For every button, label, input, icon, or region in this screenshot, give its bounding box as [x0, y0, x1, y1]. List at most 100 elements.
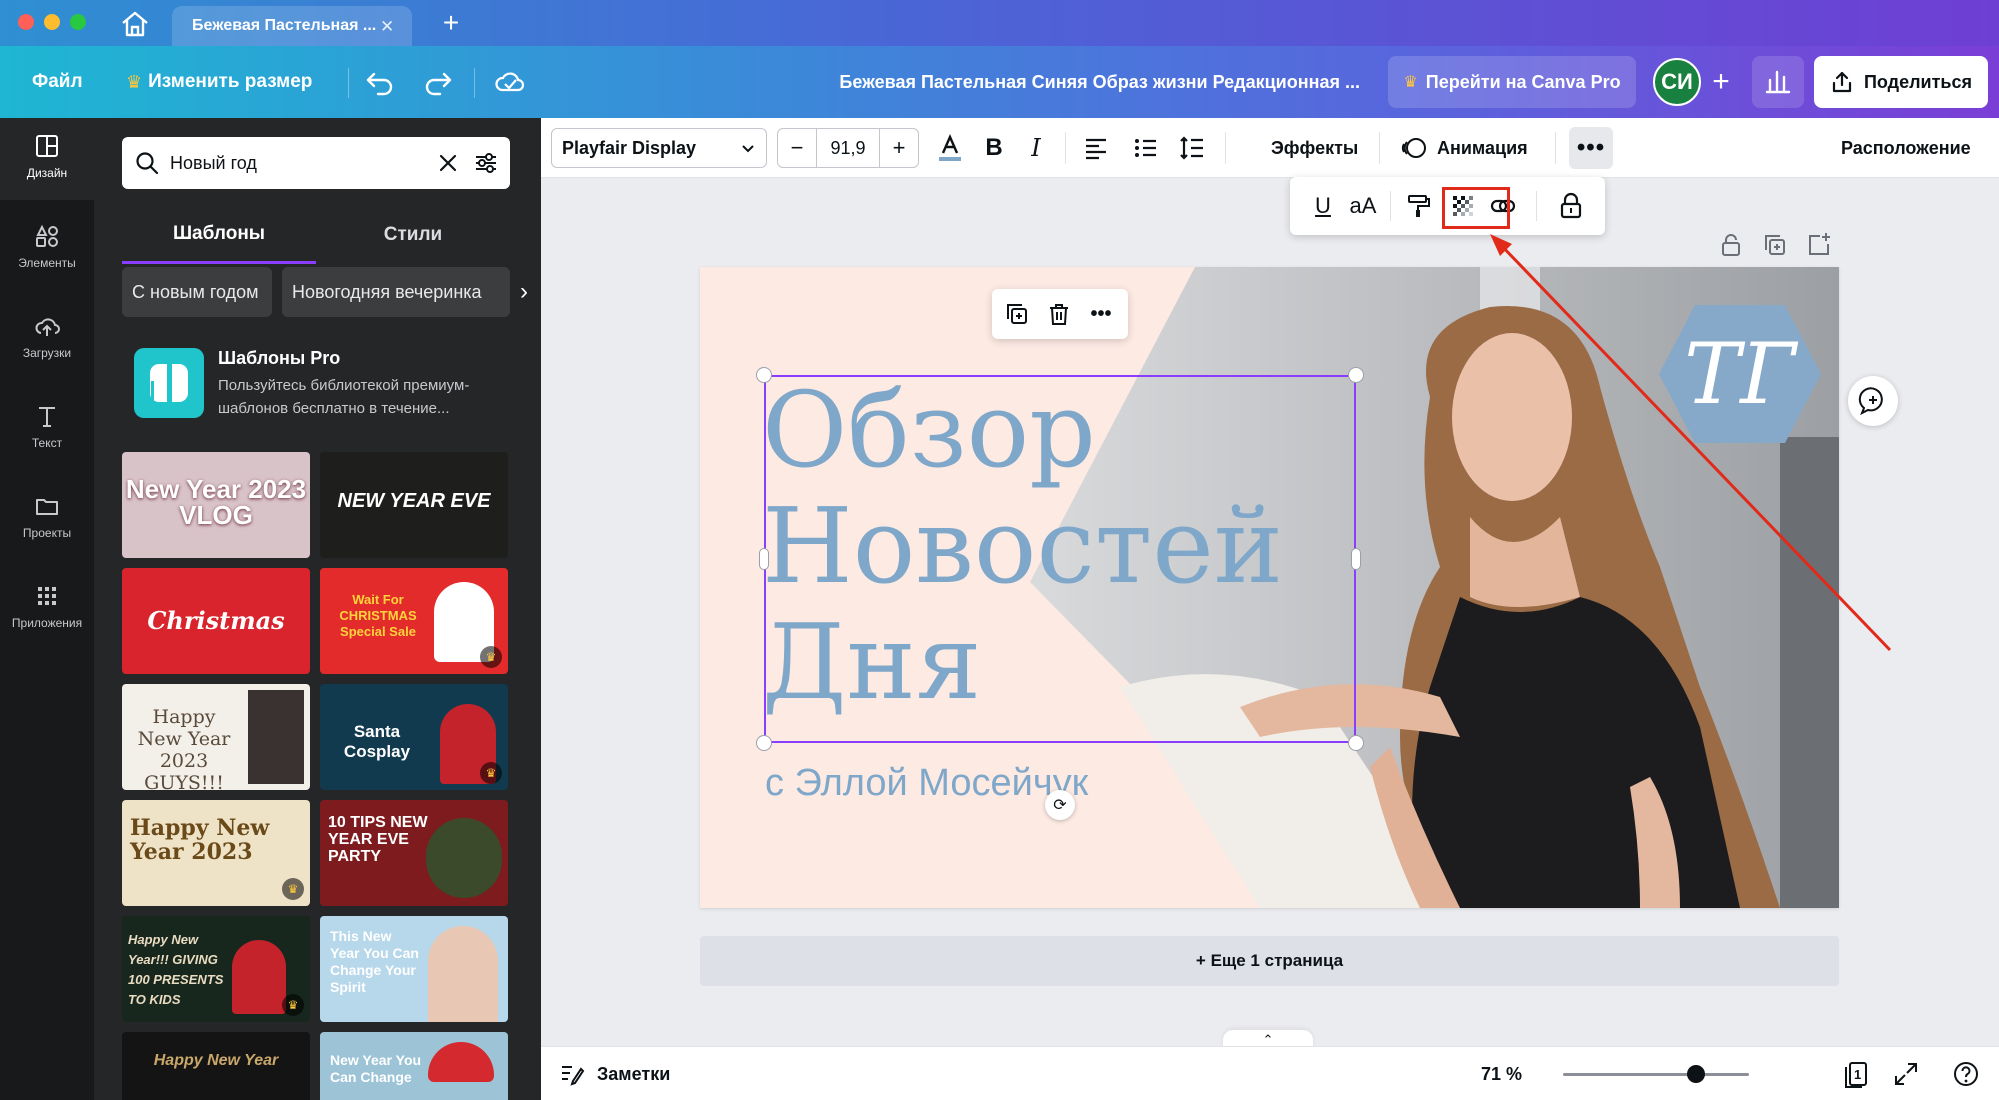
file-menu-button[interactable]: Файл	[32, 46, 83, 118]
template-thumb[interactable]: Santa Cosplay ♛	[320, 684, 508, 790]
subheading-text[interactable]: с Эллой Мосейчук	[765, 762, 1088, 805]
increase-font-size-button[interactable]: +	[880, 129, 918, 167]
page-lock-icon[interactable]	[1716, 230, 1746, 260]
animation-button[interactable]: Анимация	[1437, 118, 1528, 178]
rotate-icon[interactable]: ⟳	[1045, 790, 1075, 820]
duplicate-icon[interactable]	[1002, 299, 1032, 329]
list-icon[interactable]	[1129, 131, 1163, 165]
rail-item-projects[interactable]: Проекты	[0, 478, 94, 558]
canva-pro-button[interactable]: ♛ Перейти на Canva Pro	[1388, 56, 1636, 108]
template-thumb[interactable]: New Year You Can Change	[320, 1032, 508, 1100]
template-thumb[interactable]: NEW YEAR EVE	[320, 452, 508, 558]
trash-icon[interactable]	[1044, 299, 1074, 329]
rail-item-label: Загрузки	[22, 346, 72, 360]
template-thumb[interactable]: Happy New Year 2023 GUYS!!!	[122, 684, 310, 790]
template-thumb[interactable]: Christmas	[122, 568, 310, 674]
letter-case-icon[interactable]: aA	[1346, 189, 1380, 223]
resize-handle[interactable]	[1348, 735, 1364, 751]
undo-icon[interactable]	[362, 64, 398, 100]
pro-templates-logo	[134, 348, 204, 418]
add-collaborator-icon[interactable]: +	[1706, 64, 1736, 100]
rail-item-design[interactable]: Дизайн	[0, 118, 94, 200]
lock-icon[interactable]	[1554, 189, 1588, 223]
chip-new-year-party[interactable]: Новогодняя вечеринка	[282, 267, 510, 317]
page-count-button[interactable]: 1	[1841, 1059, 1871, 1089]
add-page-icon[interactable]	[1804, 230, 1834, 260]
align-left-icon[interactable]	[1079, 131, 1113, 165]
rail-item-uploads[interactable]: Загрузки	[0, 298, 94, 378]
zoom-level[interactable]: 71 %	[1481, 1047, 1522, 1100]
resize-handle[interactable]	[756, 367, 772, 383]
stats-icon[interactable]	[1752, 56, 1804, 108]
effects-button[interactable]: Эффекты	[1271, 118, 1358, 178]
share-label: Поделиться	[1863, 71, 1973, 92]
font-size-input[interactable]: 91,9	[816, 129, 880, 167]
element-context-menu: •••	[992, 289, 1128, 339]
paint-roller-icon[interactable]	[1402, 189, 1436, 223]
animation-icon[interactable]	[1397, 131, 1431, 165]
rail-item-apps[interactable]: Приложения	[0, 568, 94, 648]
template-thumb[interactable]: This New Year You Can Change Your Spirit	[320, 916, 508, 1022]
crown-icon: ♛	[480, 762, 502, 784]
browser-tab[interactable]: Бежевая Пастельная ... ✕	[172, 6, 412, 46]
help-icon[interactable]	[1951, 1059, 1981, 1089]
template-thumb[interactable]: Happy New Year 2023 ♛	[122, 800, 310, 906]
home-icon[interactable]	[118, 9, 152, 39]
tab-styles[interactable]: Стили	[316, 206, 510, 264]
text-color-icon[interactable]	[933, 131, 967, 165]
window-maximize-button[interactable]	[70, 14, 86, 30]
tab-templates[interactable]: Шаблоны	[122, 206, 316, 264]
template-thumb[interactable]: Wait For CHRISTMAS Special Sale ♛	[320, 568, 508, 674]
more-icon[interactable]: •••	[1086, 299, 1116, 329]
rail-item-elements[interactable]: Элементы	[0, 208, 94, 288]
cloud-saved-icon[interactable]	[492, 64, 528, 100]
chevron-right-icon[interactable]: ›	[512, 267, 536, 317]
underline-icon[interactable]: U	[1306, 189, 1340, 223]
document-title[interactable]: Бежевая Пастельная Синяя Образ жизни Ред…	[820, 46, 1360, 118]
line-spacing-icon[interactable]	[1175, 131, 1209, 165]
close-tab-icon[interactable]: ✕	[380, 17, 398, 36]
position-button[interactable]: Расположение	[1841, 118, 1971, 178]
redo-icon[interactable]	[420, 64, 456, 100]
search-input[interactable]	[170, 152, 424, 174]
resize-handle[interactable]	[1348, 367, 1364, 383]
avatar[interactable]: СИ	[1653, 58, 1701, 106]
clear-search-icon[interactable]	[434, 149, 462, 177]
notes-button[interactable]: Заметки	[559, 1047, 670, 1100]
comment-add-icon[interactable]	[1848, 376, 1898, 426]
font-family-select[interactable]: Playfair Display	[551, 128, 767, 168]
app-header: Файл ♛ Изменить размер Бежевая Пастельна…	[0, 46, 1999, 118]
share-button[interactable]: Поделиться	[1814, 56, 1988, 108]
pro-templates-title: Шаблоны Pro	[218, 348, 341, 368]
template-thumb[interactable]: New Year 2023 VLOG	[122, 452, 310, 558]
apps-grid-icon	[38, 587, 56, 605]
resize-handle[interactable]	[756, 735, 772, 751]
resize-button[interactable]: ♛ Изменить размер	[126, 46, 312, 118]
zoom-slider-knob[interactable]	[1687, 1065, 1705, 1083]
template-thumb[interactable]: Happy New Year!!! GIVING 100 PRESENTS TO…	[122, 916, 310, 1022]
rail-item-text[interactable]: Текст	[0, 388, 94, 468]
filter-icon[interactable]	[472, 149, 500, 177]
window-close-button[interactable]	[18, 14, 34, 30]
zoom-slider[interactable]	[1563, 1073, 1749, 1076]
add-page-button[interactable]: + Еще 1 страница	[700, 936, 1839, 986]
bold-icon[interactable]: B	[977, 131, 1011, 165]
pro-templates-card[interactable]: Шаблоны Pro Пользуйтесь библиотекой прем…	[122, 338, 512, 438]
header-divider	[474, 68, 475, 98]
resize-handle[interactable]	[1351, 548, 1361, 570]
new-tab-icon[interactable]: +	[436, 9, 466, 39]
template-thumb[interactable]: 10 TIPS NEW YEAR EVE PARTY	[320, 800, 508, 906]
notes-icon	[562, 1066, 585, 1086]
canva-pro-label: Перейти на Canva Pro	[1425, 71, 1621, 92]
fullscreen-icon[interactable]	[1891, 1059, 1921, 1089]
rail-item-label: Дизайн	[26, 166, 68, 180]
chip-happy-new-year[interactable]: С новым годом	[122, 267, 272, 317]
more-options-icon[interactable]: •••	[1569, 127, 1613, 169]
resize-handle[interactable]	[759, 548, 769, 570]
design-canvas[interactable]: ТГ Обзор Новостей Дня с Эллой Мосейчук	[700, 267, 1839, 908]
italic-icon[interactable]: I	[1019, 131, 1053, 165]
decrease-font-size-button[interactable]: −	[778, 129, 816, 167]
template-thumb[interactable]: Happy New Year	[122, 1032, 310, 1100]
duplicate-page-icon[interactable]	[1760, 230, 1790, 260]
window-minimize-button[interactable]	[44, 14, 60, 30]
